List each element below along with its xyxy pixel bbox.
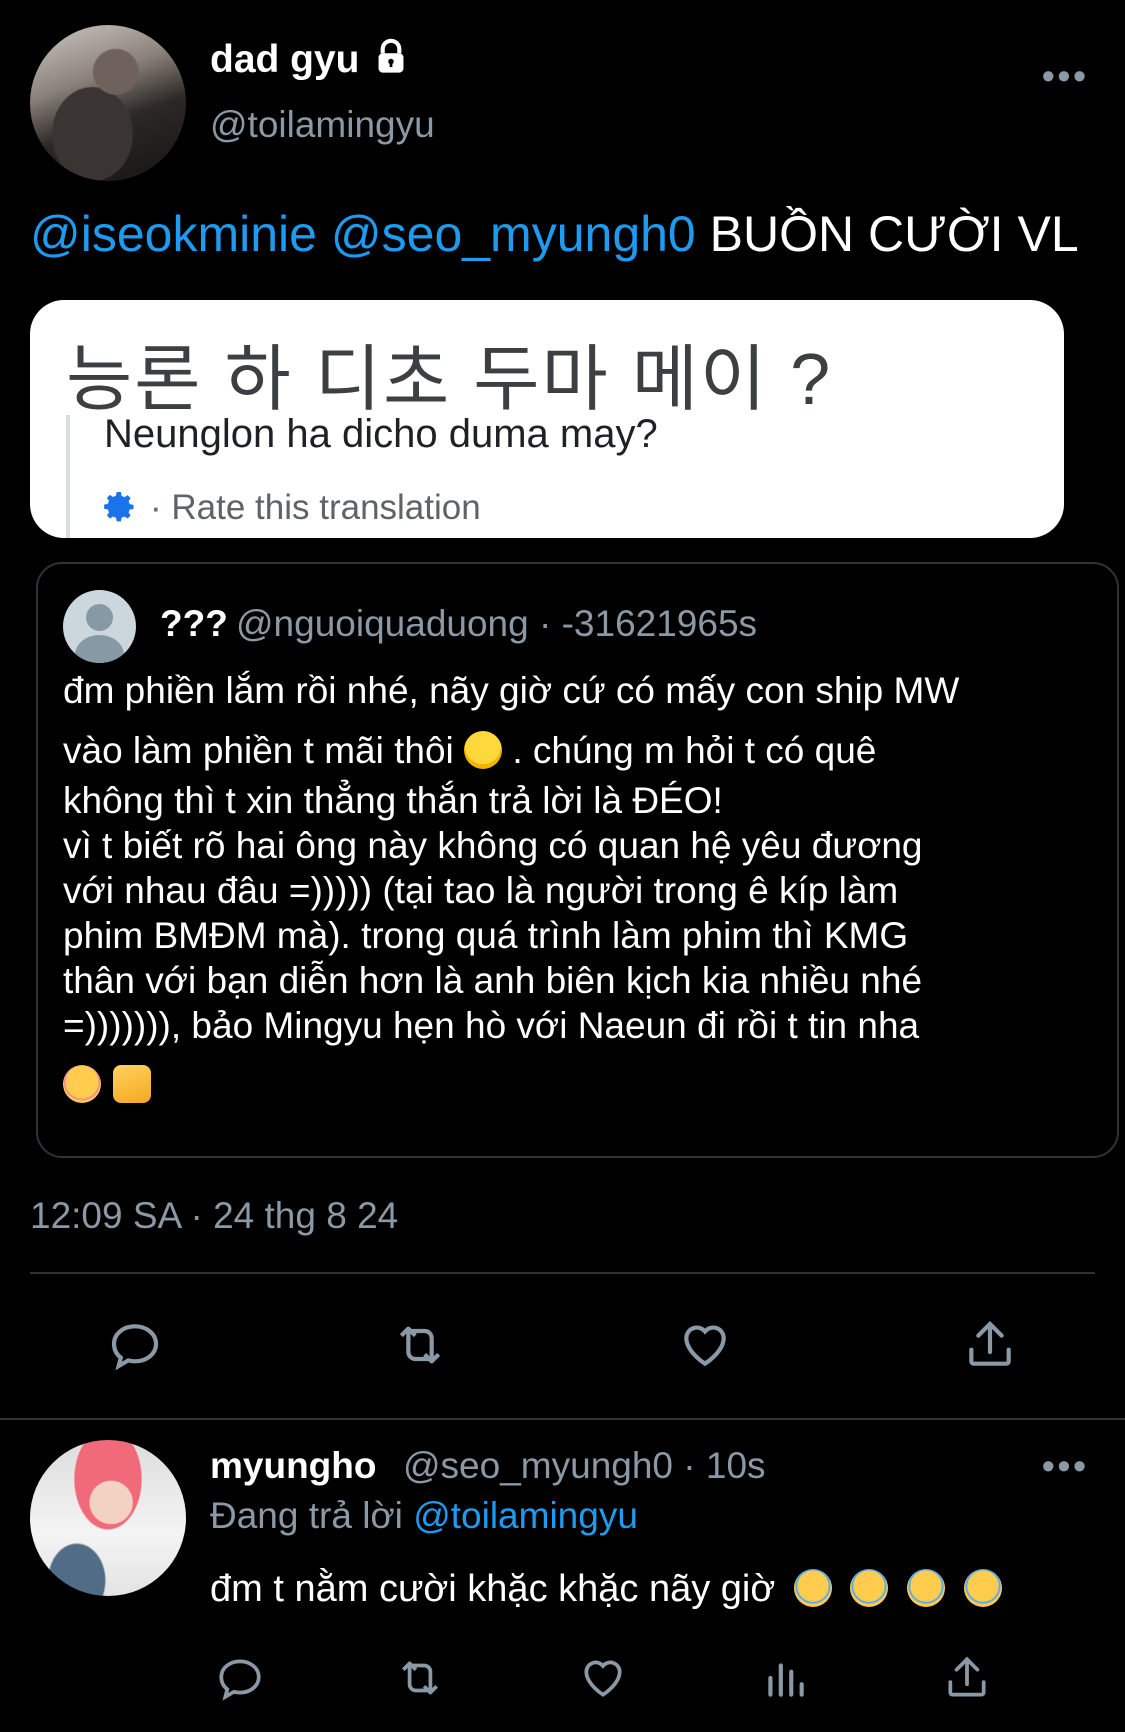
retweet-button[interactable] — [380, 1315, 460, 1375]
smiling-hearts-icon — [63, 1065, 101, 1103]
korean-text: 능론 하 디초 두마 메이 ? — [66, 340, 833, 420]
quoted-line: =))))))), bảo Mingyu hẹn hò với Naeun đi… — [63, 1005, 920, 1046]
author-handle[interactable]: @toilamingyu — [210, 104, 435, 146]
more-options-icon[interactable]: ••• — [1042, 1445, 1089, 1487]
replying-to: Đang trả lời @toilamingyu — [210, 1495, 638, 1536]
heart-icon — [584, 1660, 622, 1697]
tweet-timestamp[interactable]: 12:09 SA · 24 thg 8 24 — [30, 1195, 398, 1237]
share-icon — [969, 1321, 1011, 1366]
share-button[interactable] — [932, 1650, 1002, 1706]
quoted-line: không thì t xin thẳng thắn trả lời là ĐÉ… — [63, 780, 723, 821]
rate-translation: · Rate this translation — [102, 488, 481, 528]
crying-face-icon — [963, 1569, 1002, 1607]
quote-bar — [66, 415, 70, 538]
quoted-emoji-line — [63, 1065, 152, 1103]
more-options-icon[interactable]: ••• — [1042, 55, 1089, 97]
quoted-line: phim BMĐM mà). trong quá trình làm phim … — [63, 915, 909, 956]
crying-face-icon — [793, 1569, 832, 1607]
mention-link[interactable]: @seo_myungh0 — [331, 206, 696, 262]
quoted-line: đm phiền lắm rồi nhé, nãy giờ cứ có mấy … — [63, 670, 960, 711]
gear-icon — [104, 492, 134, 522]
reply-author-avatar[interactable] — [30, 1440, 186, 1596]
quoted-author-meta: @nguoiquaduong · -31621965s — [236, 603, 758, 644]
mention-link[interactable]: @iseokminie — [30, 206, 317, 262]
like-button[interactable] — [665, 1315, 745, 1375]
like-button[interactable] — [568, 1650, 638, 1706]
divider — [30, 1272, 1095, 1274]
tweet-body: BUỒN CƯỜI VL — [709, 206, 1079, 262]
translation-text: Neunglon ha dicho duma may? — [104, 412, 658, 456]
quoted-author-name: ??? — [160, 603, 228, 644]
author-name[interactable]: dad gyu — [210, 38, 408, 82]
reply-icon — [111, 1324, 159, 1371]
lock-icon — [378, 38, 404, 73]
reply-author-meta: @seo_myungh0 · 10s — [403, 1445, 766, 1486]
tweet-media-image[interactable]: 능론 하 디초 두마 메이 ? Neunglon ha dicho duma m… — [30, 300, 1064, 538]
default-avatar-icon — [63, 590, 136, 663]
reply-button[interactable] — [95, 1315, 175, 1375]
retweet-icon — [402, 1661, 438, 1695]
analytics-button[interactable] — [750, 1650, 820, 1706]
quoted-line: vì t biết rõ hai ông này không có quan h… — [63, 825, 923, 866]
analytics-icon — [768, 1663, 804, 1697]
reply-icon — [219, 1659, 261, 1701]
divider — [0, 1418, 1125, 1420]
quoted-line: thân với bạn diễn hơn là anh biên kịch k… — [63, 960, 923, 1001]
quoted-line: vào làm phiền t mãi thôi . chúng m hỏi t… — [63, 730, 877, 771]
quoted-line: với nhau đâu =))))) (tại tao là người tr… — [63, 870, 899, 911]
grinning-face-icon — [464, 731, 503, 769]
mention-link[interactable]: @toilamingyu — [413, 1495, 638, 1536]
reply-author-name[interactable]: myungho — [210, 1445, 376, 1487]
author-avatar[interactable] — [30, 25, 186, 181]
retweet-icon — [399, 1326, 441, 1364]
reply-text: đm t nằm cười khặc khặc nãy giờ — [210, 1568, 1002, 1611]
share-button[interactable] — [950, 1315, 1030, 1375]
share-icon — [948, 1656, 986, 1697]
heart-icon — [684, 1325, 726, 1367]
thumbs-up-icon — [113, 1065, 152, 1103]
tweet-text: @iseokminie @seo_myungh0 BUỒN CƯỜI VL — [30, 205, 1079, 263]
reply-button[interactable] — [205, 1650, 275, 1706]
crying-face-icon — [850, 1569, 889, 1607]
retweet-button[interactable] — [385, 1650, 455, 1706]
crying-face-icon — [906, 1569, 945, 1607]
